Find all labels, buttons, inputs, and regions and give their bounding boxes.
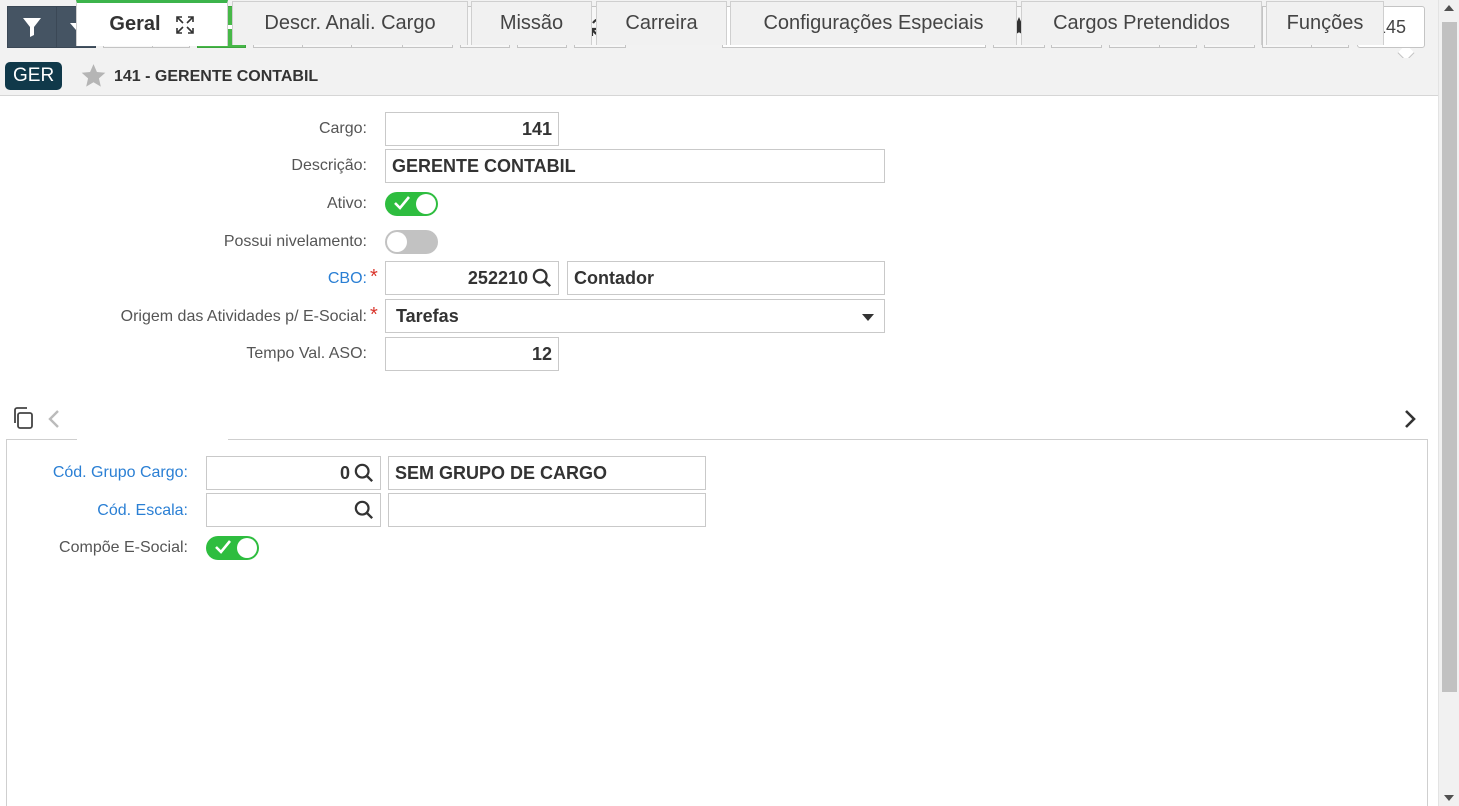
compoe-esocial-label: Compõe E-Social: [59, 539, 188, 556]
grupo-cargo-label[interactable]: Cód. Grupo Cargo: [53, 464, 188, 482]
scroll-down-arrow-icon[interactable] [1444, 795, 1454, 801]
scroll-up-arrow-icon[interactable] [1444, 5, 1454, 11]
tab-label: Missão [499, 12, 564, 34]
toggle-knob [237, 538, 257, 558]
favorite-star-icon[interactable] [80, 63, 107, 94]
tab-label: Configurações Especiais [763, 12, 984, 34]
grupo-cargo-value: 0 [339, 462, 350, 483]
filter-button[interactable] [7, 6, 57, 48]
tab-label: Cargos Pretendidos [1053, 12, 1230, 34]
caret-down-icon [862, 314, 874, 321]
vertical-scrollbar[interactable] [1438, 0, 1459, 806]
cbo-description: Contador [574, 267, 654, 288]
nivelamento-toggle[interactable] [385, 230, 438, 254]
tab-funcoes[interactable]: Funções [1266, 1, 1384, 45]
cargo-field[interactable]: 141 [385, 112, 559, 146]
tab-label: Funções [1286, 12, 1364, 34]
tabs-scroll-right-icon[interactable] [1403, 409, 1417, 434]
tabs-scroll-left-icon[interactable] [47, 409, 61, 434]
expand-icon[interactable] [175, 15, 195, 35]
tab-label: Descr. Anali. Cargo [264, 12, 436, 34]
cbo-field[interactable]: 252210 [385, 261, 559, 295]
search-icon[interactable] [354, 463, 374, 483]
descricao-value: GERENTE CONTABIL [392, 155, 576, 176]
tempo-aso-label: Tempo Val. ASO: [246, 345, 367, 362]
tab-geral[interactable]: Geral [76, 0, 228, 46]
escala-field[interactable] [206, 493, 381, 527]
tab-carreira[interactable]: Carreira [596, 1, 727, 45]
toggle-knob [416, 194, 436, 214]
nivelamento-label: Possui nivelamento: [223, 233, 367, 250]
cbo-description-field: Contador [567, 261, 885, 295]
cbo-value: 252210 [467, 267, 528, 288]
tempo-aso-field[interactable]: 12 [385, 337, 559, 371]
escala-label[interactable]: Cód. Escala: [97, 502, 188, 520]
grupo-cargo-description-field: SEM GRUPO DE CARGO [388, 456, 706, 490]
toggle-knob [387, 232, 407, 252]
tab-cargos-pretendidos[interactable]: Cargos Pretendidos [1021, 1, 1262, 45]
grupo-cargo-field[interactable]: 0 [206, 456, 381, 490]
tab-descr-anali-cargo[interactable]: Descr. Anali. Cargo [232, 1, 468, 45]
required-asterisk: * [370, 304, 378, 326]
descricao-field[interactable]: GERENTE CONTABIL [385, 149, 885, 183]
compoe-esocial-toggle[interactable] [206, 536, 259, 560]
escala-description-field [388, 493, 706, 527]
module-badge: GER [5, 62, 63, 90]
tempo-aso-value: 12 [531, 343, 552, 364]
search-icon[interactable] [532, 268, 552, 288]
cargo-value: 141 [521, 118, 552, 139]
cargo-label: Cargo: [318, 120, 367, 137]
scrollbar-thumb[interactable] [1442, 22, 1457, 692]
grupo-cargo-description: SEM GRUPO DE CARGO [395, 462, 608, 483]
ativo-toggle[interactable] [385, 192, 438, 216]
check-icon [394, 196, 410, 210]
check-icon [215, 540, 231, 554]
search-icon[interactable] [354, 500, 374, 520]
cbo-label[interactable]: CBO: [328, 270, 367, 288]
tab-configuracoes-especiais[interactable]: Configurações Especiais [730, 1, 1017, 45]
origem-label: Origem das Atividades p/ E-Social: [120, 308, 367, 325]
page-title: 141 - GERENTE CONTABIL [114, 68, 319, 85]
filter-icon [23, 18, 41, 37]
required-asterisk: * [370, 266, 378, 288]
descricao-label: Descrição: [291, 157, 367, 174]
copy-tabs-icon[interactable] [11, 406, 35, 435]
tab-missao[interactable]: Missão [471, 1, 592, 45]
tab-label: Geral [109, 13, 161, 35]
origem-select[interactable]: Tarefas [385, 299, 885, 333]
record-title-bar: GER 141 - GERENTE CONTABIL [0, 58, 1438, 96]
tab-label: Carreira [625, 12, 698, 34]
origem-selected-value: Tarefas [396, 305, 459, 326]
ativo-label: Ativo: [326, 195, 367, 212]
